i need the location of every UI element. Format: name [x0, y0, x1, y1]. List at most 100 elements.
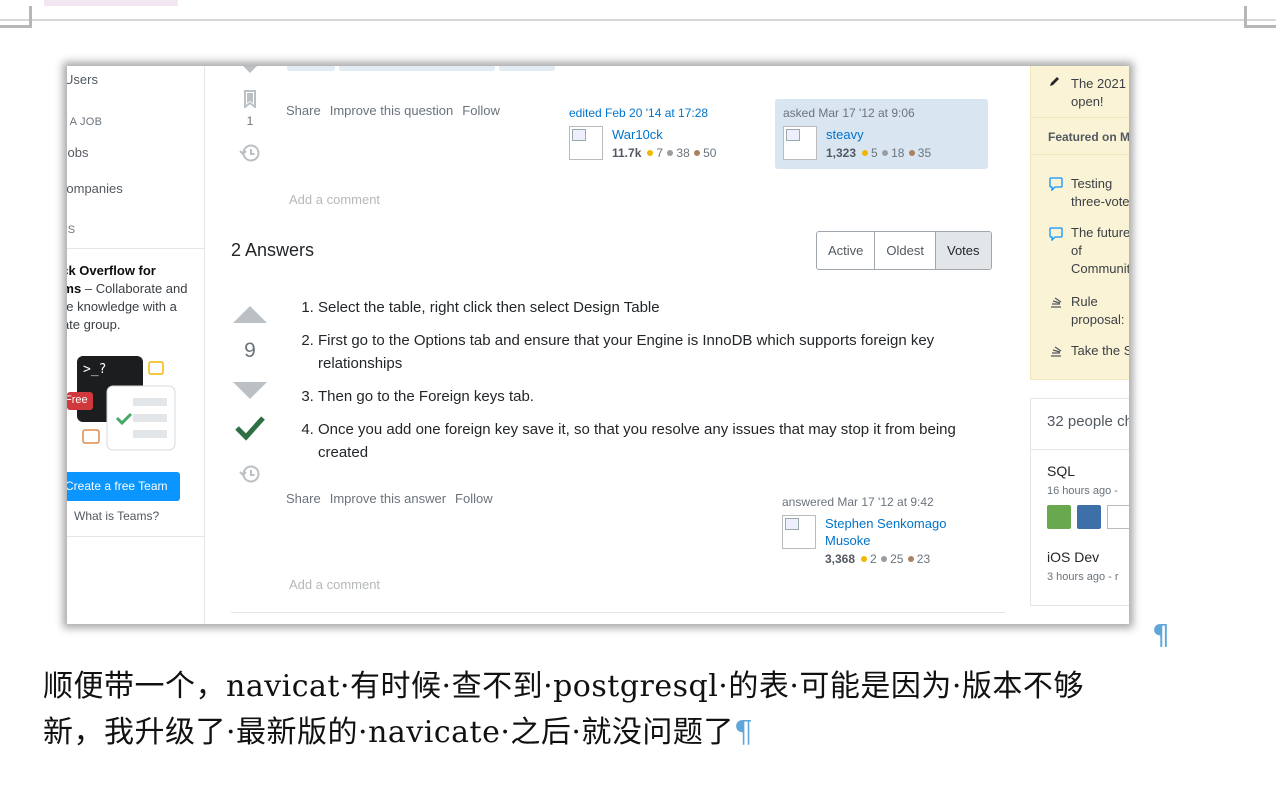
editor-signature: edited Feb 20 '14 at 17:28 War10ck 11.7k… [569, 106, 759, 166]
chat-divider [1031, 449, 1129, 450]
free-badge: Free [67, 394, 88, 406]
improve-answer-link[interactable]: Improve this answer [330, 491, 446, 506]
question-tags [287, 66, 559, 71]
follow-link[interactable]: Follow [455, 491, 493, 506]
embedded-screenshot: Users FIND A JOB Jobs Companies TEAMS St… [67, 66, 1129, 624]
page-header-rule [0, 19, 1276, 21]
answer-step: Then go to the Foreign keys tab. [318, 385, 977, 408]
answer-sort-tabs: Active Oldest Votes [816, 231, 992, 270]
question-main: 1 Share Improve this question Follow edite… [205, 66, 1013, 624]
chat-room-link[interactable]: SQL [1047, 463, 1075, 479]
nav-section-find-job: FIND A JOB [67, 116, 103, 128]
answerer-username[interactable]: Stephen Senkomago Musoke [825, 515, 975, 549]
avatar[interactable] [1047, 505, 1071, 529]
tag-chip[interactable] [287, 66, 335, 71]
chat-room-time: 3 hours ago - r [1047, 571, 1119, 583]
chat-avatars [1047, 505, 1129, 531]
improve-question-link[interactable]: Improve this question [330, 103, 454, 118]
avatar[interactable] [1107, 505, 1129, 529]
nav-section-teams: TEAMS [67, 224, 76, 236]
avatar[interactable] [783, 126, 817, 160]
featured-item-link[interactable]: The future of Community Promotion, Open … [1071, 224, 1129, 278]
sort-tab-active[interactable]: Active [817, 232, 876, 269]
create-free-team-button[interactable]: Create a free Team [67, 472, 180, 501]
speech-bubble-icon [1049, 177, 1063, 191]
answer-steps-list: Select the table, right click then selec… [297, 296, 977, 474]
left-sidebar: Users FIND A JOB Jobs Companies TEAMS St… [67, 66, 205, 624]
nav-companies[interactable]: Companies [67, 181, 123, 196]
text-highlight [44, 0, 178, 6]
question-add-comment-link[interactable]: Add a comment [289, 192, 380, 207]
answer-vote-count: 9 [244, 339, 256, 362]
follow-link[interactable]: Follow [462, 103, 500, 118]
avatar[interactable] [1077, 505, 1101, 529]
share-link[interactable]: Share [286, 491, 321, 506]
asker-username[interactable]: steavy [826, 126, 864, 143]
bookmark-count: 1 [246, 114, 254, 128]
answer-step: Once you add one foreign key save it, so… [318, 418, 977, 464]
teams-illustration: >_? Free [67, 352, 187, 452]
document-line-2: 新，我升级了·最新版的·navicate·之后·就没问题了¶ [43, 715, 754, 750]
sidebar-divider-bottom [67, 536, 205, 537]
question-post-menu: Share Improve this question Follow [286, 103, 509, 118]
asker-signature: asked Mar 17 '12 at 9:06 steavy 1,323 5 1… [783, 106, 983, 166]
avatar[interactable] [782, 515, 816, 549]
what-is-teams-link[interactable]: What is Teams? [74, 509, 159, 523]
stack-logo-icon [1051, 346, 1062, 357]
answer-add-comment-link[interactable]: Add a comment [289, 577, 380, 592]
answer-step: Select the table, right click then selec… [318, 296, 977, 319]
chat-rooms-box: 32 people chatting SQL 16 hours ago - iO… [1030, 398, 1129, 606]
answerer-signature: answered Mar 17 '12 at 9:42 Stephen Senk… [782, 495, 992, 566]
blog-item-link[interactable]: The 2021 ... open! [1071, 75, 1129, 115]
vote-down-arrow-cropped-icon[interactable] [243, 66, 257, 74]
featured-item-link[interactable]: Testing three-vote close and reopen on 1… [1071, 175, 1129, 211]
answerer-reputation: 3,368 2 25 23 [825, 552, 931, 566]
featured-item-link[interactable]: Take the Stack Overflow survey [1071, 342, 1129, 360]
document-paragraph[interactable]: 顺便带一个，navicat·有时候·查不到·postgresql·的表·可能是因… [43, 664, 1253, 756]
downvote-arrow-icon[interactable] [233, 382, 267, 400]
right-sidebar: The 2021 ... open! Featured on Meta Test… [1030, 66, 1129, 624]
page-corner-marker-right [1244, 6, 1276, 28]
chat-header: 32 people chatting [1047, 413, 1129, 430]
page-corner-marker-left [0, 6, 32, 28]
sidebar-divider [67, 248, 205, 249]
tag-chip[interactable] [339, 66, 495, 71]
featured-on-meta-header: Featured on Meta [1031, 117, 1129, 155]
pencil-icon [1050, 77, 1059, 86]
paragraph-mark: ¶ [733, 715, 754, 750]
editor-reputation: 11.7k 7 38 50 [612, 146, 717, 160]
paragraph-mark: ¶ [1152, 618, 1170, 651]
sort-tab-votes[interactable]: Votes [935, 232, 991, 269]
history-icon[interactable] [239, 463, 261, 485]
nav-jobs[interactable]: Jobs [67, 145, 88, 160]
nav-users[interactable]: Users [67, 72, 98, 87]
asker-reputation: 1,323 5 18 35 [826, 146, 932, 160]
document-line-1: 顺便带一个，navicat·有时候·查不到·postgresql·的表·可能是因… [43, 669, 1084, 704]
answer-post-menu: Share Improve this answer Follow [286, 491, 502, 506]
featured-item-link[interactable]: Rule proposal: one delete-vote per post [1071, 293, 1129, 329]
chat-room-link[interactable]: iOS Dev [1047, 549, 1099, 565]
answers-heading: 2 Answers [231, 240, 315, 260]
answered-timestamp: answered Mar 17 '12 at 9:42 [782, 495, 934, 509]
asked-signature-box: asked Mar 17 '12 at 9:06 steavy 1,323 5 1… [775, 99, 988, 169]
speech-bubble-icon [1049, 227, 1063, 241]
teams-promo-text: Stack Overflow for Teams – Collaborate a… [67, 262, 191, 334]
editor-username[interactable]: War10ck [612, 126, 663, 143]
answer-step: First go to the Options tab and ensure t… [318, 329, 977, 375]
history-icon[interactable] [239, 142, 261, 164]
avatar[interactable] [569, 126, 603, 160]
edited-timestamp[interactable]: edited Feb 20 '14 at 17:28 [569, 106, 759, 120]
terminal-prompt: >_? [83, 362, 107, 377]
bookmark-icon[interactable] [243, 90, 257, 108]
asked-timestamp: asked Mar 17 '12 at 9:06 [783, 106, 915, 120]
stack-logo-icon [1051, 297, 1062, 308]
teams-promo-desc: – Collaborate and share knowledge with a… [67, 281, 188, 332]
share-link[interactable]: Share [286, 103, 321, 118]
tag-chip[interactable] [499, 66, 555, 71]
answer-divider [231, 612, 1005, 613]
upvote-arrow-icon[interactable] [233, 306, 267, 324]
chat-room-time: 16 hours ago - [1047, 485, 1118, 497]
accepted-checkmark-icon [235, 416, 265, 441]
sort-tab-oldest[interactable]: Oldest [875, 232, 936, 269]
blog-featured-box: The 2021 ... open! Featured on Meta Test… [1030, 66, 1129, 380]
